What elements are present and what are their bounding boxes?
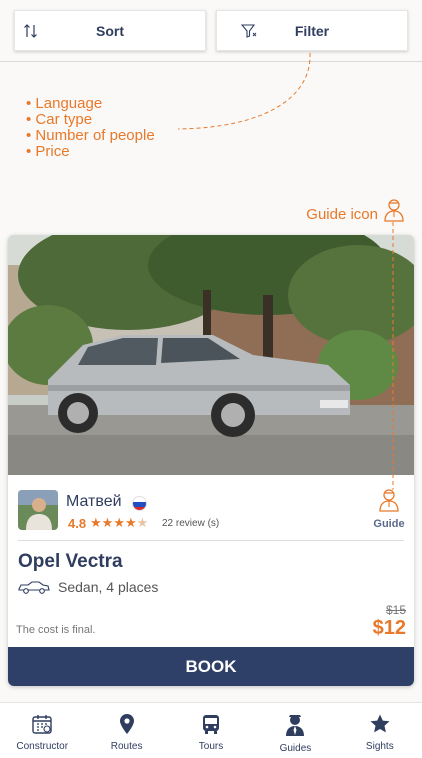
nav-item-guides[interactable]: Guides <box>253 703 337 758</box>
price: $12 <box>372 617 406 639</box>
nav-label: Routes <box>110 741 143 752</box>
annotation-item: Price <box>26 144 155 160</box>
filter-button[interactable]: Filter <box>216 10 408 51</box>
star-icon: ★ <box>90 515 102 530</box>
sedan-car-icon <box>18 581 50 594</box>
calendar-icon <box>32 715 52 734</box>
book-button[interactable]: BOOK <box>8 647 414 686</box>
guide-button[interactable]: Guide <box>372 488 406 530</box>
guide-name[interactable]: Матвей <box>66 493 122 511</box>
nav-item-tours[interactable]: Tours <box>169 703 253 758</box>
toolbar: Sort Filter <box>0 0 422 62</box>
guide-icon-annotation-icon <box>384 199 404 222</box>
sort-button[interactable]: Sort <box>14 10 206 51</box>
car-title: Opel Vectra <box>18 551 123 572</box>
bus-icon <box>203 715 220 734</box>
nav-label: Guides <box>279 743 312 754</box>
offer-card[interactable]: Матвей 4.8 ★★★★★ 22 review (s) Guide Ope… <box>8 235 414 686</box>
annotation-item: Car type <box>26 112 155 128</box>
filter-label: Filter <box>294 22 330 39</box>
annotation-item: Language <box>26 96 155 112</box>
star-icon <box>370 714 390 733</box>
car-photo <box>8 235 414 475</box>
guide-icon <box>286 715 305 736</box>
nav-label: Tours <box>198 741 224 752</box>
sort-label: Sort <box>96 22 124 39</box>
guide-rating: 4.8 <box>68 516 87 531</box>
star-rating: ★★★★★ <box>90 515 148 531</box>
russia-flag-icon <box>132 496 147 511</box>
nav-item-sights[interactable]: Sights <box>338 703 422 758</box>
star-icon: ★ <box>113 515 125 530</box>
star-icon: ★ <box>101 515 114 530</box>
car-details: Sedan, 4 places <box>58 579 159 595</box>
bottom-nav: Constructor Routes Tours Guides Sights <box>0 702 422 758</box>
guide-icon <box>379 489 399 512</box>
avatar-image <box>18 490 58 530</box>
reviews-count[interactable]: 22 review (s) <box>162 518 219 529</box>
filter-options-annotation: Language Car type Number of people Price <box>26 96 155 160</box>
map-pin-icon <box>119 714 134 734</box>
nav-label: Sights <box>365 741 394 752</box>
star-icon: ★ <box>124 515 137 530</box>
guide-avatar[interactable] <box>18 490 58 530</box>
nav-label: Constructor <box>16 741 69 752</box>
old-price: $15 <box>385 603 406 617</box>
half-star-icon: ★ <box>136 515 149 530</box>
cost-note: The cost is final. <box>16 624 96 636</box>
guide-button-label: Guide <box>373 518 405 530</box>
nav-item-routes[interactable]: Routes <box>84 703 168 758</box>
annotation-item: Number of people <box>26 128 154 144</box>
guide-icon-annotation: Guide icon <box>306 206 378 223</box>
divider <box>18 540 404 541</box>
nav-item-constructor[interactable]: Constructor <box>0 703 84 758</box>
